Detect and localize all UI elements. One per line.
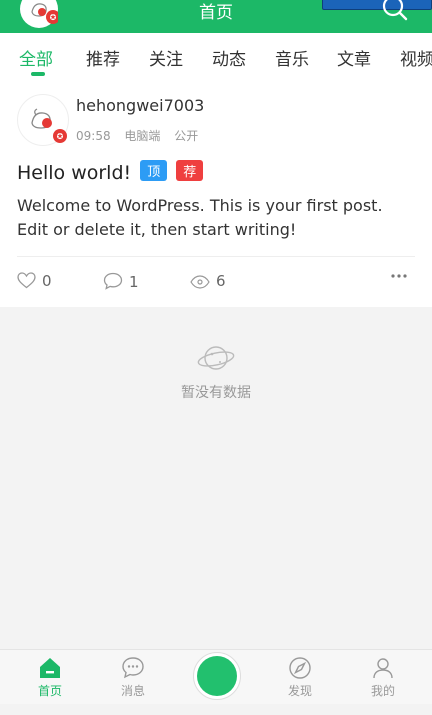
- home-icon: [40, 658, 60, 678]
- tab-all[interactable]: 全部: [19, 45, 53, 70]
- svg-text:✪: ✪: [57, 132, 64, 141]
- top-header: ✪ 首页: [0, 0, 432, 33]
- tab-music[interactable]: 音乐: [275, 45, 309, 70]
- empty-state: 暂没有数据: [0, 340, 432, 402]
- planet-icon: [197, 346, 235, 370]
- post-meta: 09:58 电脑端 公开: [76, 127, 208, 144]
- category-tabs: 全部 推荐 关注 动态 音乐 文章 视频: [0, 33, 432, 78]
- like-button[interactable]: 0: [17, 272, 52, 290]
- message-icon: [122, 657, 144, 679]
- view-stat: 6: [190, 272, 226, 290]
- nav-home-label: 首页: [37, 684, 62, 698]
- avatar-image: ✪: [31, 108, 67, 143]
- tab-video[interactable]: 视频: [400, 45, 432, 70]
- nav-discover[interactable]: 发现: [270, 656, 330, 699]
- nav-messages[interactable]: 消息: [103, 656, 163, 699]
- user-icon: [373, 658, 393, 679]
- search-icon[interactable]: [380, 0, 408, 22]
- nav-discover-label: 发现: [287, 684, 312, 698]
- post-visibility: 公开: [174, 129, 199, 143]
- heart-icon: [17, 272, 36, 289]
- view-count: 6: [216, 272, 226, 290]
- tab-activity[interactable]: 动态: [212, 45, 246, 70]
- divider: [17, 256, 415, 257]
- compass-icon: [289, 657, 311, 679]
- tab-following[interactable]: 关注: [149, 45, 183, 70]
- author-name[interactable]: hehongwei7003: [76, 96, 204, 115]
- nav-me[interactable]: 我的: [353, 656, 413, 699]
- publish-button-core: [197, 656, 237, 696]
- post-title[interactable]: Hello world! 顶 荐: [17, 160, 204, 184]
- more-options-icon[interactable]: [390, 272, 408, 280]
- tab-recommend[interactable]: 推荐: [86, 45, 120, 70]
- author-avatar[interactable]: ✪: [17, 94, 69, 146]
- empty-state-text: 暂没有数据: [181, 385, 251, 401]
- nav-me-label: 我的: [370, 684, 395, 698]
- comment-count: 1: [129, 273, 139, 291]
- recommended-badge: 荐: [176, 160, 204, 181]
- nav-home[interactable]: 首页: [20, 656, 80, 699]
- user-chip[interactable]: [322, 0, 432, 10]
- eye-icon: [190, 275, 210, 289]
- sticky-badge: 顶: [140, 160, 168, 181]
- like-count: 0: [42, 272, 52, 290]
- comment-button[interactable]: 1: [103, 272, 139, 291]
- post-title-text: Hello world!: [17, 162, 132, 184]
- post-excerpt[interactable]: Welcome to WordPress. This is your first…: [17, 194, 415, 242]
- active-tab-indicator: [31, 72, 45, 76]
- post-device: 电脑端: [124, 129, 161, 143]
- post-time: 09:58: [76, 129, 111, 143]
- post-card[interactable]: ✪ hehongwei7003 09:58 电脑端 公开 Hello world…: [0, 78, 432, 307]
- comment-icon: [103, 272, 123, 290]
- publish-button[interactable]: [193, 652, 241, 700]
- nav-messages-label: 消息: [120, 684, 145, 698]
- tab-articles[interactable]: 文章: [337, 45, 371, 70]
